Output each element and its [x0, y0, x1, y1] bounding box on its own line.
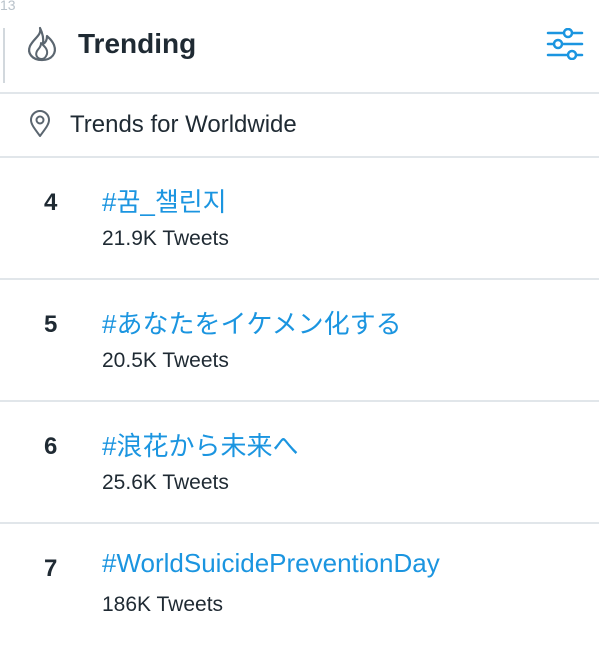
- trend-tweet-count: 21.9K Tweets: [102, 227, 229, 250]
- trend-item[interactable]: 7 #WorldSuicidePreventionDay 186K Tweets: [0, 524, 599, 646]
- page-title: Trending: [78, 28, 197, 59]
- trend-rank: 5: [44, 311, 58, 338]
- sliders-icon[interactable]: [546, 28, 584, 60]
- trend-rank: 4: [44, 189, 58, 216]
- trend-hashtag[interactable]: #꿈_챌린지: [102, 182, 227, 219]
- trend-hashtag[interactable]: #浪花から未来へ: [102, 426, 298, 463]
- location-label: Trends for Worldwide: [70, 111, 297, 138]
- location-row[interactable]: Trends for Worldwide: [0, 94, 599, 158]
- trend-item[interactable]: 6 #浪花から未来へ 25.6K Tweets: [0, 402, 599, 524]
- trend-item[interactable]: 4 #꿈_챌린지 21.9K Tweets: [0, 158, 599, 280]
- trend-rank: 7: [44, 555, 58, 582]
- trend-hashtag[interactable]: #あなたをイケメン化する: [102, 304, 402, 341]
- trend-tweet-count: 20.5K Tweets: [102, 349, 229, 372]
- trend-tweet-count: 186K Tweets: [102, 593, 224, 616]
- trending-header: Trending: [0, 0, 599, 94]
- location-pin-icon: [30, 110, 50, 137]
- trend-hashtag[interactable]: #WorldSuicidePreventionDay: [102, 548, 440, 579]
- trend-item[interactable]: 5 #あなたをイケメン化する 20.5K Tweets: [0, 280, 599, 402]
- flame-icon: [28, 26, 56, 62]
- trend-tweet-count: 25.6K Tweets: [102, 471, 229, 494]
- trend-rank: 6: [44, 433, 58, 460]
